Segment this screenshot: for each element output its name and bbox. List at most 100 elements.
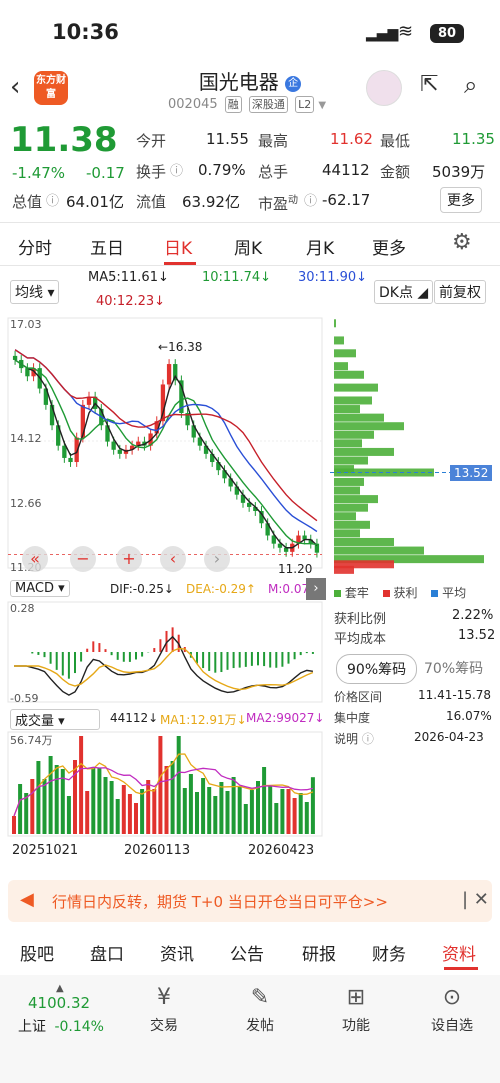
tab-chip-70[interactable]: 70%筹码 xyxy=(414,654,493,682)
info-icon[interactable]: ⓘ xyxy=(46,190,59,209)
tab-orderbook[interactable]: 盘口 xyxy=(90,940,124,965)
avatar[interactable] xyxy=(366,70,402,106)
candle-body xyxy=(62,445,67,458)
range-label: 价格区间 xyxy=(334,690,383,704)
current-price: 11.38 xyxy=(10,120,118,160)
volume-bar xyxy=(280,789,285,834)
volume-bar xyxy=(73,760,77,834)
avg-cost-value: 13.52 xyxy=(458,628,496,643)
volume-bar xyxy=(274,803,279,834)
candle-body xyxy=(166,364,172,385)
volume-bar xyxy=(12,816,16,834)
volume-select[interactable]: 成交量 ▾ xyxy=(10,709,100,730)
tab-minute[interactable]: 分时 xyxy=(18,234,52,259)
index-widget[interactable]: ▲ 4100.32 上证 -0.14% xyxy=(18,983,128,1036)
volume-bar xyxy=(170,761,175,834)
volume-bar xyxy=(134,803,138,834)
volume-bar xyxy=(127,794,132,834)
info-icon[interactable]: ⓘ xyxy=(170,160,183,179)
tab-chip-90[interactable]: 90%筹码 xyxy=(336,654,418,684)
promo-banner[interactable]: ◀ 行情日内反转，期货 T+0 当日开仓当日可平仓>> | ✕ xyxy=(8,880,492,922)
tab-month-k[interactable]: 月K xyxy=(306,234,334,259)
dock-watchlist[interactable]: ⊙ 设自选 xyxy=(422,985,482,1035)
date-axis-end: 20260423 xyxy=(248,843,315,858)
megaphone-icon: ◀ xyxy=(20,889,34,910)
next-button[interactable]: › xyxy=(204,546,230,572)
candle-body xyxy=(12,355,18,360)
zoom-out-far-button[interactable]: « xyxy=(22,546,48,572)
volume-bar xyxy=(30,779,35,834)
volume-bar xyxy=(85,791,90,834)
amount-label: 金额 xyxy=(380,163,411,181)
kline-chart[interactable] xyxy=(0,316,330,576)
dock-trade[interactable]: ¥ 交易 xyxy=(134,985,194,1035)
tab-announcements[interactable]: 公告 xyxy=(230,940,264,965)
volume-bar xyxy=(310,777,315,834)
share-icon[interactable]: ⇱ xyxy=(420,72,438,97)
status-bar: 10:36 ▂▄▆ ≋ 80 xyxy=(0,0,500,52)
expand-panel-button[interactable]: › xyxy=(306,578,326,600)
chip-bar xyxy=(334,529,360,538)
tab-research[interactable]: 研报 xyxy=(302,940,336,965)
search-icon[interactable]: ⌕ xyxy=(464,71,477,99)
turnover-label: 换手 xyxy=(136,163,167,181)
close-icon[interactable]: | ✕ xyxy=(462,889,489,910)
volume-bar xyxy=(231,777,236,834)
more-button[interactable]: 更多 xyxy=(440,187,482,213)
gear-icon[interactable]: ⚙ xyxy=(452,230,472,255)
chip-distribution xyxy=(330,319,484,574)
dock-post-label: 发帖 xyxy=(246,1018,274,1034)
legend-avg-text: 平均 xyxy=(442,586,467,600)
tab-day-k[interactable]: 日K xyxy=(164,234,192,259)
legend-profit-text: 获利 xyxy=(393,586,418,600)
tab-forum[interactable]: 股吧 xyxy=(20,940,54,965)
dk-select[interactable]: DK点 ◢ xyxy=(374,280,434,304)
macd-select[interactable]: MACD ▾ xyxy=(10,580,70,597)
tab-more[interactable]: 更多 xyxy=(372,234,406,259)
zoom-in-button[interactable]: + xyxy=(116,546,142,572)
tab-five-day[interactable]: 五日 xyxy=(90,234,124,259)
legend-profit: 获利 xyxy=(382,586,418,600)
vol-ma2-label: MA2:99027↓ xyxy=(246,711,325,725)
tab-news[interactable]: 资讯 xyxy=(160,940,194,965)
volume-bar xyxy=(115,799,120,834)
ma-select[interactable]: 均线 ▾ xyxy=(10,280,60,304)
tag-l2: L2 xyxy=(295,96,315,113)
chip-bar xyxy=(334,447,394,456)
vol-label: 44112↓ xyxy=(110,711,159,725)
index-change: -0.14% xyxy=(54,1019,104,1035)
edit-icon: ✎ xyxy=(250,985,270,1010)
pe-value: -62.17 xyxy=(322,191,371,209)
chip-bar xyxy=(334,486,360,495)
range-value: 11.41-15.78 xyxy=(418,688,492,702)
info-icon[interactable]: ⓘ xyxy=(362,732,374,746)
volume-bar xyxy=(249,790,254,834)
volume-bar xyxy=(182,788,187,834)
mcap-label: 总值 xyxy=(12,193,43,211)
caret-down-icon[interactable]: ▼ xyxy=(318,100,326,111)
legend-trapped: 套牢 xyxy=(334,586,369,600)
volume-bar xyxy=(54,765,59,834)
y-label-low: 12.66 xyxy=(10,497,42,510)
chip-bar xyxy=(334,413,384,422)
volume-bar xyxy=(146,780,151,834)
chip-bar xyxy=(334,370,364,379)
dock-functions[interactable]: ⊞ 功能 xyxy=(326,985,386,1035)
vol-y-top: 56.74万 xyxy=(10,734,53,747)
vol-ma2-line xyxy=(13,766,314,817)
volume-bar xyxy=(195,792,199,834)
tab-finance[interactable]: 财务 xyxy=(372,940,406,965)
grid-icon: ⊞ xyxy=(346,985,366,1010)
index-name: 上证 xyxy=(18,1019,46,1035)
bottom-dock: ▲ 4100.32 上证 -0.14% ¥ 交易 ✎ 发帖 ⊞ 功能 ⊙ 设自选 xyxy=(0,975,500,1083)
tab-profile[interactable]: 资料 xyxy=(442,940,476,965)
zoom-out-button[interactable]: − xyxy=(70,546,96,572)
adjust-button[interactable]: 前复权 xyxy=(434,280,486,304)
volume-bar xyxy=(188,774,193,834)
tab-week-k[interactable]: 周K xyxy=(234,234,262,259)
info-icon[interactable]: ⓘ xyxy=(304,190,317,209)
chip-bar xyxy=(334,405,360,414)
chip-bar xyxy=(334,537,394,546)
prev-button[interactable]: ‹ xyxy=(160,546,186,572)
dock-post[interactable]: ✎ 发帖 xyxy=(230,985,290,1035)
